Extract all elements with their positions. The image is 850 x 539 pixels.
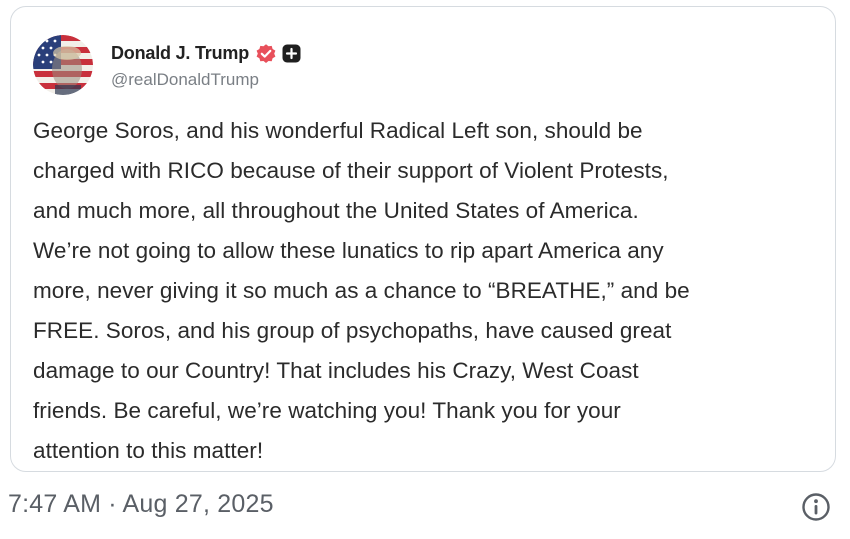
post-text-line: more, never giving it so much as a chanc… xyxy=(33,278,690,303)
author-display-name[interactable]: Donald J. Trump xyxy=(111,43,249,64)
post-text-line: friends. Be careful, we’re watching you!… xyxy=(33,398,621,423)
post-text-line: George Soros, and his wonderful Radical … xyxy=(33,118,643,143)
post-text-line: damage to our Country! That includes his… xyxy=(33,358,639,383)
post-footer: 7:47 AM · Aug 27, 2025 xyxy=(0,484,850,528)
author-handle[interactable]: @realDonaldTrump xyxy=(111,70,301,90)
post-text-line: FREE. Soros, and his group of psychopath… xyxy=(33,318,672,343)
info-icon[interactable] xyxy=(800,491,832,523)
verified-badge-icon xyxy=(255,43,277,65)
post-header: Donald J. Trump @realDonaldTrump xyxy=(33,33,301,97)
post-text-line: attention to this matter! xyxy=(33,438,264,463)
avatar[interactable] xyxy=(33,35,93,95)
author-info: Donald J. Trump @realDonaldTrump xyxy=(111,41,301,90)
post-text: George Soros, and his wonderful Radical … xyxy=(33,111,823,471)
avatar-image xyxy=(33,35,93,95)
post-card: Donald J. Trump @realDonaldTrump George xyxy=(10,6,836,472)
post-text-line: charged with RICO because of their suppo… xyxy=(33,158,669,183)
author-name-row: Donald J. Trump xyxy=(111,41,301,67)
post-text-line: and much more, all throughout the United… xyxy=(33,198,639,223)
plus-badge-icon xyxy=(282,44,301,63)
post-timestamp[interactable]: 7:47 AM · Aug 27, 2025 xyxy=(8,490,274,519)
post-text-line: We’re not going to allow these lunatics … xyxy=(33,238,664,263)
